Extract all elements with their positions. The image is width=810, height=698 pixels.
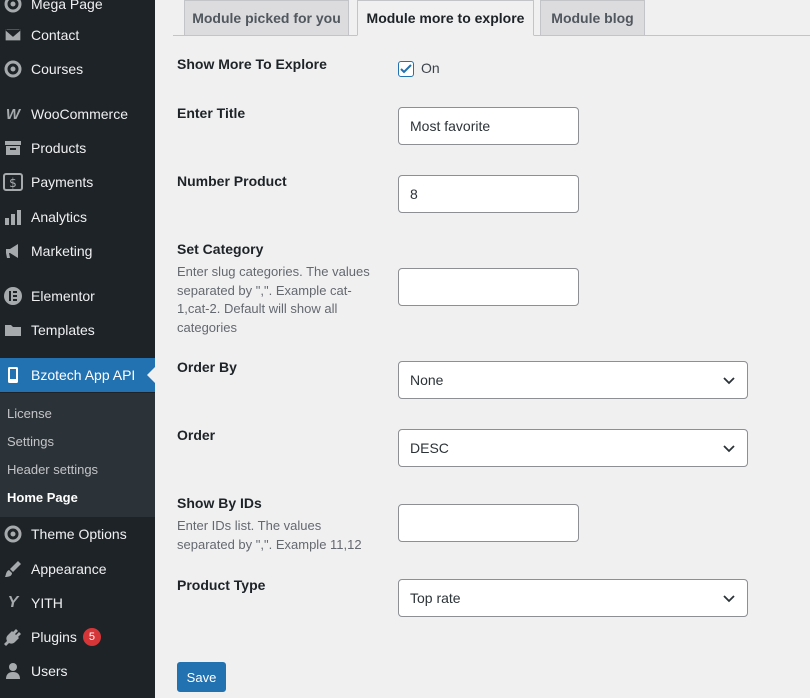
order-select[interactable]: DESC	[398, 429, 748, 467]
sidebar-item-contact[interactable]: Contact	[0, 18, 155, 52]
chevron-down-icon	[723, 445, 735, 453]
megaphone-icon	[3, 241, 23, 261]
sidebar-item-bzotech-app-api[interactable]: Bzotech App API	[0, 358, 155, 392]
sidebar-item-products[interactable]: Products	[0, 131, 155, 165]
mega-page-icon	[3, 0, 23, 14]
chevron-down-icon	[723, 377, 735, 385]
svg-text:$: $	[9, 176, 17, 190]
sidebar-item-label: Payments	[31, 174, 94, 190]
sidebar-item-woocommerce[interactable]: W WooCommerce	[0, 97, 155, 131]
sidebar-item-appearance[interactable]: Appearance	[0, 552, 155, 586]
envelope-icon	[3, 25, 23, 45]
save-button[interactable]: Save	[177, 662, 226, 692]
order-by-selected: None	[410, 372, 444, 388]
folder-icon	[3, 320, 23, 340]
product-type-select[interactable]: Top rate	[398, 579, 748, 617]
sidebar-item-label: Products	[31, 140, 87, 156]
sidebar-item-marketing[interactable]: Marketing	[0, 234, 155, 268]
sidebar-item-courses[interactable]: Courses	[0, 52, 155, 86]
product-type-selected: Top rate	[410, 590, 461, 606]
sidebar-item-label: Appearance	[31, 561, 107, 577]
theme-options-icon	[3, 524, 23, 544]
submenu-item-home-page[interactable]: Home Page	[7, 490, 78, 505]
sidebar-item-label: Contact	[31, 27, 80, 43]
tab-module-picked-for-you[interactable]: Module picked for you	[184, 0, 349, 36]
set-category-description: Enter slug categories. The values separa…	[177, 264, 370, 335]
submenu-item-settings[interactable]: Settings	[7, 434, 54, 449]
tab-bar: Module picked for you Module more to exp…	[155, 0, 810, 36]
sidebar-item-label: Plugins	[31, 629, 77, 645]
sidebar-item-label: YITH	[31, 595, 63, 611]
submenu-item-license[interactable]: License	[7, 406, 52, 421]
plug-icon	[3, 627, 23, 647]
submenu-item-header-settings[interactable]: Header settings	[7, 462, 98, 477]
chevron-down-icon	[723, 595, 735, 603]
sidebar-item-templates[interactable]: Templates	[0, 313, 155, 347]
woocommerce-icon: W	[5, 105, 21, 123]
sidebar-item-label: WooCommerce	[31, 106, 128, 122]
dollar-icon: $	[3, 172, 23, 192]
number-product-label: Number Product	[177, 173, 287, 189]
user-icon	[3, 661, 23, 681]
admin-sidebar: Mega Page Contact Courses W WooCommerce …	[0, 0, 155, 698]
mobile-icon	[3, 365, 23, 385]
sidebar-item-label: Templates	[31, 322, 95, 338]
sidebar-item-yith[interactable]: Y YITH	[0, 586, 155, 620]
show-more-checkbox[interactable]	[398, 61, 414, 77]
tab-module-blog[interactable]: Module blog	[540, 0, 645, 36]
show-more-label: Show More To Explore	[177, 56, 327, 72]
set-category-label: Set Category	[177, 241, 264, 257]
show-more-checkbox-label: On	[421, 60, 440, 76]
yith-icon: Y	[7, 594, 19, 611]
sidebar-item-label: Marketing	[31, 243, 93, 259]
sidebar-item-plugins[interactable]: Plugins 5	[0, 620, 155, 654]
show-by-ids-label: Show By IDs	[177, 495, 262, 511]
order-selected: DESC	[410, 440, 449, 456]
category-input[interactable]	[398, 268, 579, 306]
sidebar-item-label: Analytics	[31, 209, 88, 225]
sidebar-item-analytics[interactable]: Analytics	[0, 200, 155, 234]
sidebar-item-users[interactable]: Users	[0, 654, 155, 688]
courses-icon	[3, 59, 23, 79]
bar-chart-icon	[3, 207, 23, 227]
sidebar-item-label: Users	[31, 663, 68, 679]
number-product-input[interactable]: 8	[398, 175, 579, 213]
order-by-select[interactable]: None	[398, 361, 748, 399]
sidebar-item-label: Elementor	[31, 288, 95, 304]
order-label: Order	[177, 427, 216, 443]
elementor-icon	[3, 286, 23, 306]
ids-input[interactable]	[398, 504, 579, 542]
sidebar-item-label: Theme Options	[31, 526, 127, 542]
archive-icon	[3, 138, 23, 158]
sidebar-item-label: Courses	[31, 61, 84, 77]
checkmark-icon	[400, 64, 412, 74]
title-input[interactable]: Most favorite	[398, 107, 579, 145]
paintbrush-icon	[3, 559, 23, 579]
sidebar-item-elementor[interactable]: Elementor	[0, 279, 155, 313]
show-by-ids-description: Enter IDs list. The values separated by …	[177, 518, 362, 552]
sidebar-item-label: Mega Page	[31, 0, 103, 12]
update-count-badge: 5	[82, 628, 101, 646]
tab-module-more-to-explore[interactable]: Module more to explore	[357, 0, 534, 36]
submenu: License Settings Header settings Home Pa…	[0, 393, 155, 517]
sidebar-item-theme-options[interactable]: Theme Options	[0, 517, 155, 551]
sidebar-item-label: Bzotech App API	[31, 367, 136, 383]
product-type-label: Product Type	[177, 577, 266, 593]
order-by-label: Order By	[177, 359, 237, 375]
sidebar-item-payments[interactable]: $ Payments	[0, 165, 155, 199]
enter-title-label: Enter Title	[177, 105, 246, 121]
